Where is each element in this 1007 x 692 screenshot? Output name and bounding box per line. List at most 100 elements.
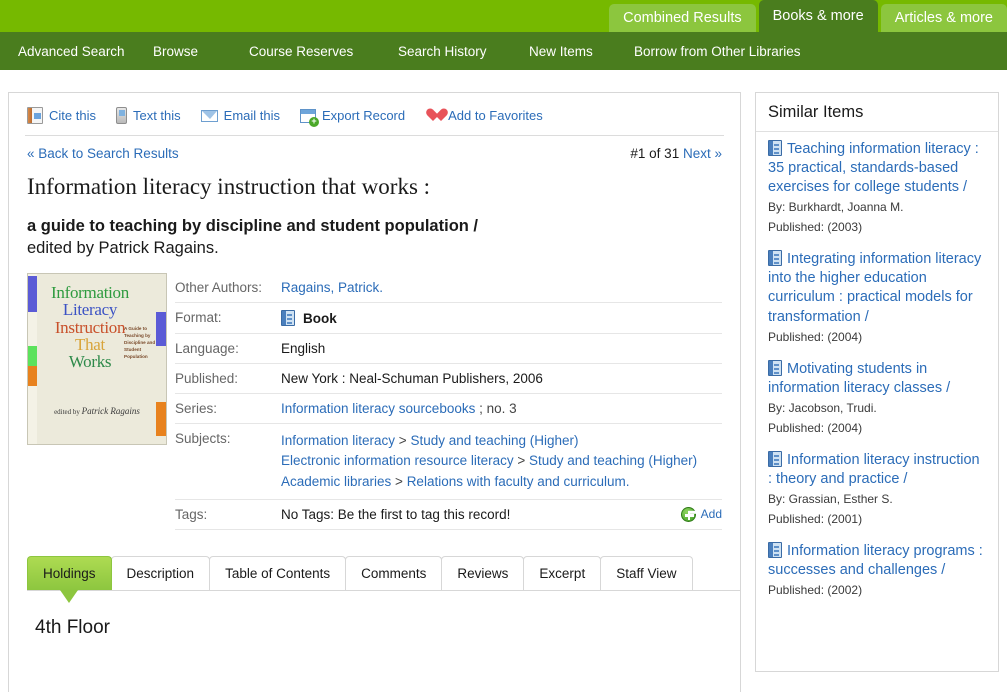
similar-item-author: By: Grassian, Esther S. (768, 492, 893, 507)
subject-separator: > (395, 433, 411, 449)
similar-item-title: Information literacy instruction : theor… (768, 452, 980, 488)
nav-item-browse[interactable]: Browse (153, 44, 198, 59)
record-subtitle-line1: a guide to teaching by discipline and st… (27, 216, 479, 235)
toolbar-item-label: Text this (132, 108, 181, 123)
detail-tab-label: Description (126, 565, 195, 581)
book-icon (281, 310, 295, 327)
record-position: #1 of 31 (630, 146, 680, 161)
similar-item-title-link[interactable]: Motivating students in information liter… (768, 360, 986, 398)
similar-item-title-link[interactable]: Teaching information literacy : 35 pract… (768, 140, 986, 197)
toolbar-cite-this[interactable]: Cite this (27, 107, 96, 124)
top-tab-articles-more[interactable]: Articles & more (880, 4, 1007, 32)
back-to-search-results-link[interactable]: « Back to Search Results (27, 146, 179, 161)
similar-item-title-link[interactable]: Information literacy programs : successe… (768, 542, 986, 580)
toolbar-add-to-favorites[interactable]: Add to Favorites (425, 108, 543, 123)
cover-color-tab (156, 402, 166, 437)
nav-item-borrow-from-other-libraries[interactable]: Borrow from Other Libraries (634, 44, 801, 59)
tags-cell: No Tags: Be the first to tag this record… (281, 506, 722, 522)
metadata-value: Ragains, Patrick. (281, 273, 722, 304)
detail-tab-label: Table of Contents (225, 565, 331, 581)
top-tab-label: Articles & more (894, 10, 993, 26)
detail-tab-label: Holdings (43, 565, 96, 581)
record-body: Information Literacy Instruction That Works … (9, 259, 740, 530)
cover-editor-name: Patrick Ragains (81, 406, 140, 417)
similar-item-author: By: Jacobson, Trudi. (768, 401, 877, 416)
book-cover-image[interactable]: Information Literacy Instruction That Works … (27, 273, 167, 446)
add-tag-button[interactable]: Add (680, 506, 722, 522)
export-icon (300, 108, 320, 127)
top-tab-books-more[interactable]: Books & more (758, 0, 878, 32)
detail-tab-description[interactable]: Description (110, 555, 211, 590)
tags-empty-message: No Tags: Be the first to tag this record… (281, 506, 511, 522)
detail-tab-excerpt[interactable]: Excerpt (523, 555, 602, 590)
detail-tab-label: Comments (361, 565, 427, 581)
toolbar-item-label: Export Record (322, 108, 406, 123)
metadata-value: Book (281, 302, 722, 335)
similar-item-title: Information literacy programs : successe… (768, 543, 983, 579)
holdings-panel: 4th Floor (9, 591, 740, 639)
phone-icon (115, 107, 127, 124)
subject-separator: > (513, 453, 529, 469)
similar-item: Information literacy instruction : theor… (768, 451, 986, 528)
metadata-link[interactable]: Information literacy sourcebooks (281, 401, 475, 416)
nav-item-search-history[interactable]: Search History (398, 44, 487, 59)
metadata-label: Published: (175, 363, 281, 395)
metadata-label: Other Authors: (175, 273, 281, 304)
top-tab-label: Combined Results (623, 10, 742, 26)
sidebar-heading: Similar Items (756, 93, 998, 132)
metadata-link[interactable]: Ragains, Patrick. (281, 280, 383, 295)
metadata-label: Language: (175, 333, 281, 365)
similar-item-published: Published: (2004) (768, 329, 863, 344)
nav-item-advanced-search[interactable]: Advanced Search (18, 44, 125, 59)
similar-item-published: Published: (2002) (768, 583, 863, 598)
subject-line: Electronic information resource literacy… (281, 451, 722, 471)
detail-tab-holdings[interactable]: Holdings (27, 555, 112, 603)
cite-icon (27, 107, 43, 124)
top-tab-strip: Combined Results Books & more Articles & m… (609, 0, 1007, 32)
subject-link[interactable]: Academic libraries (281, 474, 391, 489)
similar-item-title-link[interactable]: Integrating information literacy into th… (768, 250, 986, 327)
nav-item-new-items[interactable]: New Items (529, 44, 593, 59)
subject-link[interactable]: Relations with faculty and curriculum. (407, 474, 630, 489)
format-value: Book (281, 310, 722, 327)
subject-separator: > (391, 473, 407, 489)
metadata-value: Information literacy > Study and teachin… (281, 423, 722, 500)
subject-link[interactable]: Study and teaching (Higher) (529, 453, 697, 468)
toolbar-email-this[interactable]: Email this (200, 108, 281, 123)
similar-item-title-link[interactable]: Information literacy instruction : theor… (768, 451, 986, 489)
metadata-row: Format: Book (175, 302, 722, 335)
subject-link[interactable]: Information literacy (281, 433, 395, 448)
metadata-value: English (281, 333, 722, 365)
detail-tab-comments[interactable]: Comments (345, 555, 443, 590)
book-icon (768, 250, 782, 267)
primary-navigation-bar: Advanced Search Browse Course Reserves Sear… (0, 32, 1007, 70)
metadata-label: Tags: (175, 499, 281, 530)
book-icon (768, 542, 782, 559)
nav-item-course-reserves[interactable]: Course Reserves (249, 44, 353, 59)
subject-line: Academic libraries > Relations with facu… (281, 472, 722, 492)
add-tag-label: Add (700, 507, 722, 522)
top-tab-label: Books & more (772, 8, 864, 24)
subject-link[interactable]: Study and teaching (Higher) (410, 433, 578, 448)
similar-item: Information literacy programs : successe… (768, 542, 986, 600)
book-icon (768, 451, 782, 468)
detail-tab-table-of-contents[interactable]: Table of Contents (209, 555, 347, 590)
similar-item-title: Teaching information literacy : 35 pract… (768, 141, 979, 196)
toolbar-export-record[interactable]: Export Record (300, 108, 406, 127)
similar-item-published: Published: (2003) (768, 219, 863, 234)
similar-item-title: Motivating students in information liter… (768, 361, 951, 397)
metadata-value: Information literacy sourcebooks ; no. 3 (281, 393, 722, 425)
toolbar-item-label: Email this (223, 108, 281, 123)
record-main-panel: Cite this Text this Email this Export Recor… (8, 92, 741, 692)
top-tab-combined-results[interactable]: Combined Results (609, 4, 756, 32)
detail-tab-staff-view[interactable]: Staff View (600, 555, 693, 590)
next-record-link[interactable]: Next » (683, 146, 722, 161)
toolbar-text-this[interactable]: Text this (115, 107, 181, 124)
detail-tab-reviews[interactable]: Reviews (441, 555, 525, 590)
metadata-value: No Tags: Be the first to tag this record… (281, 499, 722, 530)
record-pager: #1 of 31 Next » (630, 146, 722, 161)
metadata-label: Format: (175, 302, 281, 335)
record-subtitle-line2: edited by Patrick Ragains. (27, 238, 219, 257)
cover-color-tab (28, 366, 37, 387)
subject-link[interactable]: Electronic information resource literacy (281, 453, 514, 468)
